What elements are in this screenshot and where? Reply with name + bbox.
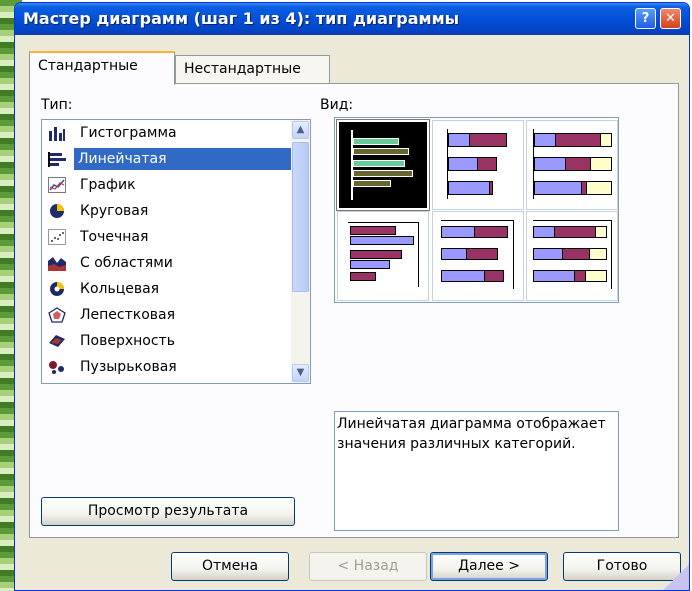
mini-bar <box>585 270 607 282</box>
subtype-stacked-bar[interactable] <box>432 120 524 210</box>
mini-bar <box>353 148 409 155</box>
mini-bar <box>586 181 612 195</box>
radar-chart-icon <box>48 307 66 323</box>
scroll-down-icon[interactable]: ▼ <box>292 364 309 382</box>
mini-bar <box>353 180 391 187</box>
mini-bar <box>590 157 612 171</box>
area-chart-icon <box>48 257 66 271</box>
mini-bar <box>350 226 396 235</box>
subtype-3d-stacked-bar[interactable] <box>432 211 524 301</box>
subtype-3d-100-stacked-bar[interactable] <box>526 211 618 301</box>
column-chart-icon <box>49 127 65 141</box>
mini-bar <box>441 226 475 238</box>
mini-bar <box>350 260 390 269</box>
list-item[interactable]: График <box>44 174 274 196</box>
mini-bar <box>489 181 493 195</box>
list-item-label: Точечная <box>80 229 149 245</box>
mini-bar <box>353 138 399 145</box>
mini-bar <box>600 133 612 147</box>
list-item[interactable]: Пузырьковая <box>44 356 274 378</box>
list-item[interactable]: Линейчатая <box>44 148 302 170</box>
list-item[interactable]: Гистограмма <box>44 122 274 144</box>
line-chart-icon <box>48 177 66 193</box>
mini-bar <box>534 133 556 147</box>
scatter-chart-icon <box>48 229 66 245</box>
mini-bar <box>474 226 508 238</box>
subtype-clustered-bar[interactable] <box>336 119 430 211</box>
bubble-chart-icon <box>49 361 64 374</box>
mini-bar <box>441 248 467 260</box>
mini-bar <box>350 250 402 259</box>
next-button[interactable]: Далее > <box>430 552 548 581</box>
list-item-label: Гистограмма <box>80 125 177 141</box>
mini-bar <box>448 181 490 195</box>
window-title: Мастер диаграмм (шаг 1 из 4): тип диагра… <box>23 9 460 28</box>
pie-chart-icon <box>50 204 64 218</box>
page-curl-decoration <box>663 564 689 590</box>
list-item-label: Поверхность <box>80 333 175 349</box>
type-label: Тип: <box>41 97 73 113</box>
mini-bar <box>350 236 414 245</box>
subtype-100-stacked-bar[interactable] <box>526 120 618 210</box>
list-item-label: Круговая <box>80 203 149 219</box>
list-item-label: Лепестковая <box>80 307 176 323</box>
list-item[interactable]: Круговая <box>44 200 274 222</box>
tab-custom[interactable]: Нестандартные <box>175 55 330 83</box>
mini-bar <box>441 270 485 282</box>
mini-bar <box>533 270 575 282</box>
mini-bar <box>562 248 590 260</box>
close-button[interactable]: ✕ <box>660 8 681 29</box>
mini-bar <box>350 272 376 281</box>
tab-standard[interactable]: Стандартные <box>29 51 175 85</box>
list-item[interactable]: Кольцевая <box>44 278 274 300</box>
mini-bar <box>533 226 555 238</box>
help-button[interactable]: ? <box>635 8 656 29</box>
mini-bar <box>448 157 478 171</box>
mini-bar <box>533 248 563 260</box>
mini-bar <box>554 226 596 238</box>
scroll-thumb[interactable] <box>292 142 309 292</box>
chart-subtype-grid <box>334 117 619 303</box>
mini-bar <box>353 170 413 177</box>
mini-bar <box>555 133 601 147</box>
doughnut-chart-icon <box>50 282 64 296</box>
list-item-label: Линейчатая <box>74 148 302 170</box>
mini-bar <box>477 157 497 171</box>
list-scrollbar[interactable]: ▲ ▼ <box>291 120 310 383</box>
mini-bar <box>589 248 607 260</box>
list-item[interactable]: Лепестковая <box>44 304 274 326</box>
chart-wizard-dialog: Мастер диаграмм (шаг 1 из 4): тип диагра… <box>14 2 690 591</box>
list-item[interactable]: С областями <box>44 252 274 274</box>
list-item[interactable]: Поверхность <box>44 330 274 352</box>
mini-bar <box>466 248 498 260</box>
list-item-label: График <box>80 177 136 193</box>
list-item-label: С областями <box>80 255 173 271</box>
list-item-label: Пузырьковая <box>80 359 177 375</box>
list-item[interactable]: Точечная <box>44 226 274 248</box>
subtype-3d-clustered-bar[interactable] <box>337 211 429 301</box>
title-bar: Мастер диаграмм (шаг 1 из 4): тип диагра… <box>15 3 689 35</box>
mini-bar <box>484 270 504 282</box>
mini-bar <box>353 160 405 167</box>
view-label: Вид: <box>320 97 354 113</box>
list-item-label: Кольцевая <box>80 281 160 297</box>
surface-chart-icon <box>49 335 65 347</box>
chart-type-list[interactable]: Гистограмма Линейчатая График Круговая Т… <box>41 119 311 384</box>
mini-bar <box>534 157 566 171</box>
chart-description: Линейчатая диаграмма отображает значения… <box>334 411 619 531</box>
back-button[interactable]: < Назад <box>309 552 427 581</box>
preview-result-button[interactable]: Просмотр результата <box>41 497 295 526</box>
mini-bar <box>565 157 591 171</box>
scroll-up-icon[interactable]: ▲ <box>292 121 309 139</box>
bar-chart-icon <box>48 152 66 167</box>
mini-bar <box>469 133 507 147</box>
mini-bar <box>534 181 582 195</box>
mini-bar <box>448 133 470 147</box>
mini-bar <box>595 226 607 238</box>
cancel-button[interactable]: Отмена <box>171 552 289 581</box>
